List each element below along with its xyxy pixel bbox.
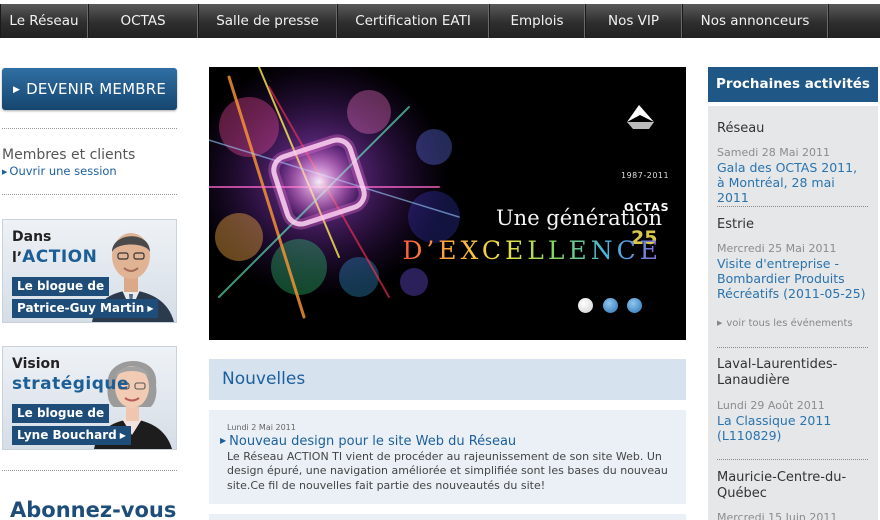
subscribe-heading: Abonnez-vous bbox=[10, 498, 177, 520]
news-date: Lundi 2 Mai 2011 bbox=[227, 423, 296, 432]
blog-title-strategique: stratégique bbox=[12, 374, 130, 394]
blog-prefix: l’ bbox=[12, 250, 23, 266]
arrow-right-icon: ▶ bbox=[147, 304, 154, 313]
blog-tag: Le blogue de bbox=[12, 277, 110, 296]
activity-region: Laval-Laurentides-Lanaudière bbox=[717, 357, 838, 388]
activity-title-link[interactable]: Visite d'entreprise - Bombardier Produit… bbox=[717, 256, 867, 301]
slide-dot-3[interactable] bbox=[627, 298, 642, 313]
all-events-link[interactable]: ▶ voir tous les événements bbox=[717, 318, 853, 329]
login-link[interactable]: ▶ Ouvrir une session bbox=[2, 164, 117, 178]
hero-headline-excellence: D’EXCELLENCE bbox=[402, 236, 662, 265]
arrow-right-icon: ▶ bbox=[717, 319, 723, 327]
nav-item-nos-annonceurs[interactable]: Nos annonceurs bbox=[682, 4, 828, 38]
members-title: Membres et clients bbox=[2, 147, 136, 163]
login-link-label: Ouvrir une session bbox=[9, 164, 117, 178]
divider bbox=[2, 128, 177, 129]
news-title-label: Nouveau design pour le site Web du Résea… bbox=[229, 434, 517, 449]
slide-dot-2[interactable] bbox=[603, 298, 618, 313]
divider bbox=[717, 459, 868, 460]
slide-dot-1[interactable] bbox=[578, 298, 593, 313]
divider bbox=[2, 470, 177, 471]
activities-heading: Prochaines activités bbox=[708, 67, 878, 102]
divider bbox=[2, 194, 177, 195]
activity-region: Réseau bbox=[717, 121, 765, 136]
blog-line1: Vision bbox=[12, 356, 61, 372]
divider bbox=[717, 347, 868, 348]
all-events-label: voir tous les événements bbox=[726, 318, 853, 329]
activity-region: Estrie bbox=[717, 217, 755, 232]
blog-author: Patrice-Guy Martin bbox=[17, 301, 145, 315]
blog-title-action: l’ACTION bbox=[12, 247, 97, 267]
blog-author-tag: Lyne Bouchard ▶ bbox=[12, 426, 131, 445]
activity-date: Samedi 28 Mai 2011 bbox=[717, 146, 831, 159]
nav-item-nos-vip[interactable]: Nos VIP bbox=[585, 4, 682, 38]
nav-filler bbox=[828, 4, 880, 38]
blog-word: ACTION bbox=[22, 247, 98, 267]
blog-card-lyne-bouchard[interactable]: Vision stratégique Le blogue de Lyne Bou… bbox=[2, 346, 177, 450]
nav-item-emplois[interactable]: Emplois bbox=[489, 4, 585, 38]
nav-item-le-reseau[interactable]: Le Réseau bbox=[0, 4, 88, 38]
arrow-right-icon: ▶ bbox=[220, 436, 227, 445]
news-title-link[interactable]: ▶ Nouveau design pour le site Web du Rése… bbox=[220, 434, 516, 449]
become-member-label: DEVENIR MEMBRE bbox=[26, 80, 167, 98]
hero-headline: Une génération bbox=[495, 206, 662, 230]
nav-item-salle-de-presse[interactable]: Salle de presse bbox=[198, 4, 337, 38]
anniversary-years: 1987-2011 bbox=[621, 171, 670, 180]
blog-card-patrice-guy-martin[interactable]: Dans l’ACTION Le blogue de Patrice-Guy M… bbox=[2, 219, 177, 323]
arrow-right-icon: ▶ bbox=[119, 431, 126, 440]
arrow-right-icon: ▶ bbox=[12, 85, 21, 95]
divider bbox=[717, 206, 868, 207]
activity-date: Lundi 29 Août 2011 bbox=[717, 399, 825, 412]
activity-region: Mauricie-Centre-du-Québec bbox=[717, 470, 847, 501]
activity-title-link[interactable]: La Classique 2011 (L110829) bbox=[717, 413, 867, 443]
activity-date: Mercredi 25 Mai 2011 bbox=[717, 242, 837, 255]
nav-item-octas[interactable]: OCTAS bbox=[88, 4, 198, 38]
blog-author: Lyne Bouchard bbox=[17, 428, 117, 442]
news-item bbox=[209, 514, 686, 520]
nav-item-certification[interactable]: Certification EATI bbox=[337, 4, 489, 38]
news-body: Le Réseau ACTION TI vient de procéder au… bbox=[227, 450, 668, 492]
blog-author-tag: Patrice-Guy Martin ▶ bbox=[12, 299, 159, 318]
blog-tag: Le blogue de bbox=[12, 404, 110, 423]
activity-date: Mercredi 15 Juin 2011 bbox=[717, 511, 838, 520]
activity-title-link[interactable]: Gala des OCTAS 2011, à Montréal, 28 mai … bbox=[717, 160, 867, 205]
blog-line1: Dans bbox=[12, 229, 52, 245]
arrow-right-icon: ▶ bbox=[2, 168, 8, 176]
top-nav: Le Réseau OCTAS Salle de presse Certific… bbox=[0, 4, 880, 38]
news-item: Lundi 2 Mai 2011 ▶ Nouveau design pour le… bbox=[209, 410, 686, 504]
become-member-button[interactable]: ▶ DEVENIR MEMBRE bbox=[2, 68, 177, 110]
hero-banner[interactable]: OCTAS 25 1987-2011 Une génération D’EXCE… bbox=[209, 67, 686, 340]
news-heading: Nouvelles bbox=[209, 359, 686, 400]
